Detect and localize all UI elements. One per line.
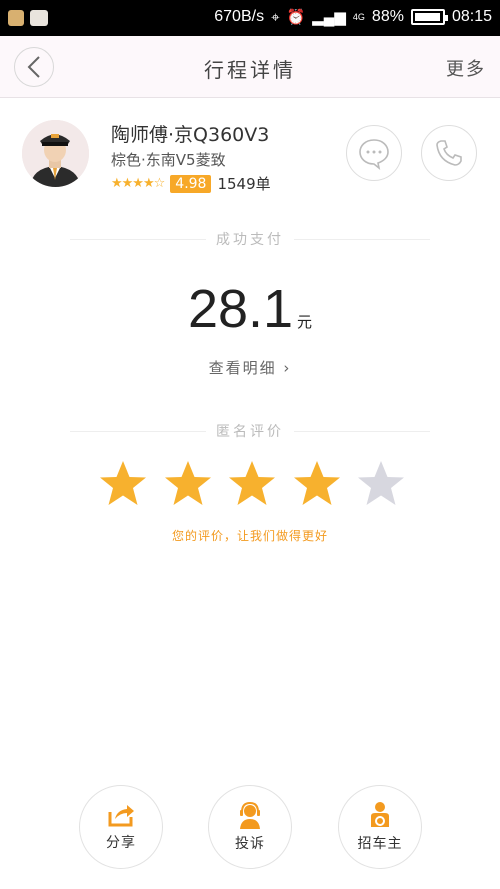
driver-seat-icon (371, 802, 389, 827)
chat-bubble-icon (359, 139, 389, 170)
train-notification-icon (30, 10, 48, 26)
battery-icon (410, 9, 448, 25)
network-speed: 670B/s (214, 8, 265, 25)
network-type: 4G (352, 12, 365, 22)
rating-stars (97, 458, 407, 514)
rating-star-2[interactable] (162, 458, 214, 510)
driver-avatar (22, 120, 89, 187)
chat-button[interactable] (346, 125, 402, 181)
clock: 08:15 (451, 8, 492, 25)
view-details-link[interactable]: 查看明细 › (0, 357, 500, 378)
divider-line (294, 430, 430, 432)
amount-value: 28.1 (187, 279, 294, 339)
driver-name-plate: 陶师傅·京Q360V3 (111, 124, 270, 146)
recruit-label: 招车主 (357, 836, 403, 852)
driver-score-badge: 4.98 (170, 174, 212, 193)
divider-line (70, 238, 206, 240)
share-label: 分享 (106, 835, 136, 851)
status-right: 670B/s ⌖ ⏰ ▂▄▆ 4G 88% 08:15 (214, 8, 492, 26)
nav-bar: 行程详情 更多 (0, 36, 500, 98)
star-shape (293, 461, 340, 505)
driver-avatar-icon (22, 120, 89, 187)
rating-star-5[interactable] (355, 458, 407, 510)
rating-star-3[interactable] (226, 458, 278, 510)
complaint-button[interactable]: 投诉 (208, 785, 292, 869)
rating-star-4[interactable] (291, 458, 343, 510)
star-shape (164, 461, 211, 505)
phone-button[interactable] (421, 125, 477, 181)
star-shape (229, 461, 275, 505)
page-title: 行程详情 (204, 58, 296, 82)
battery-percent: 88% (371, 8, 404, 25)
notification-icons (8, 10, 48, 26)
rating-star-1[interactable] (97, 458, 149, 510)
rating-section-label: 匿名评价 (216, 424, 284, 440)
status-bar: 670B/s ⌖ ⏰ ▂▄▆ 4G 88% 08:15 (0, 0, 500, 36)
alarm-icon: ⏰ (286, 9, 306, 26)
star-shape (100, 461, 146, 505)
phone-icon (436, 140, 462, 166)
payment-section-header: 成功支付 (70, 229, 430, 249)
signal-icon: ▂▄▆ (312, 9, 346, 26)
divider-line (294, 238, 430, 240)
star-shape (358, 461, 404, 505)
rating-section-header: 匿名评价 (70, 421, 430, 441)
complaint-label: 投诉 (235, 836, 265, 852)
payment-status-label: 成功支付 (216, 232, 284, 248)
rating-hint: 您的评价，让我们做得更好 (171, 529, 328, 543)
recruit-driver-button[interactable]: 招车主 (338, 785, 422, 869)
car-info: 棕色·东南V5菱致 (111, 151, 226, 169)
driver-star-rating: ★★★★☆ (111, 176, 165, 191)
divider-line (70, 430, 206, 432)
bottom-actions: 分享 投诉 招车主 (0, 785, 500, 875)
complaint-agent-icon (240, 801, 260, 829)
driver-rating-row: ★★★★☆ 4.98 1549单 (111, 173, 271, 194)
more-button[interactable]: 更多 (446, 55, 486, 81)
share-button[interactable]: 分享 (79, 785, 163, 869)
amount-unit: 元 (297, 313, 313, 331)
payment-amount: 28.1 元 (0, 278, 500, 340)
share-icon (108, 805, 134, 827)
location-icon: ⌖ (271, 8, 280, 26)
order-count: 1549单 (217, 175, 271, 193)
app-notification-icon (8, 10, 24, 26)
driver-card: 陶师傅·京Q360V3 棕色·东南V5菱致 ★★★★☆ 4.98 1549单 (0, 118, 500, 198)
